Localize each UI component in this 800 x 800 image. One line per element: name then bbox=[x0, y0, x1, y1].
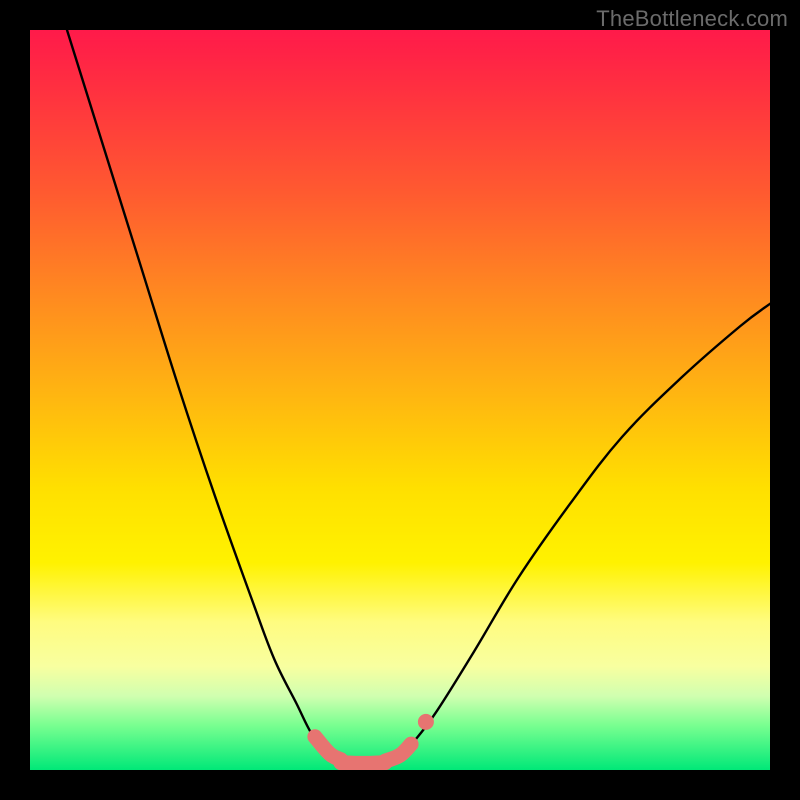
chart-stage: TheBottleneck.com bbox=[0, 0, 800, 800]
marker-dot-right bbox=[418, 714, 434, 730]
chart-svg bbox=[30, 30, 770, 770]
marker-segment-right bbox=[385, 744, 411, 761]
right-curve bbox=[400, 304, 770, 755]
watermark-text: TheBottleneck.com bbox=[596, 6, 788, 32]
left-curve bbox=[67, 30, 333, 759]
plot-area bbox=[30, 30, 770, 770]
